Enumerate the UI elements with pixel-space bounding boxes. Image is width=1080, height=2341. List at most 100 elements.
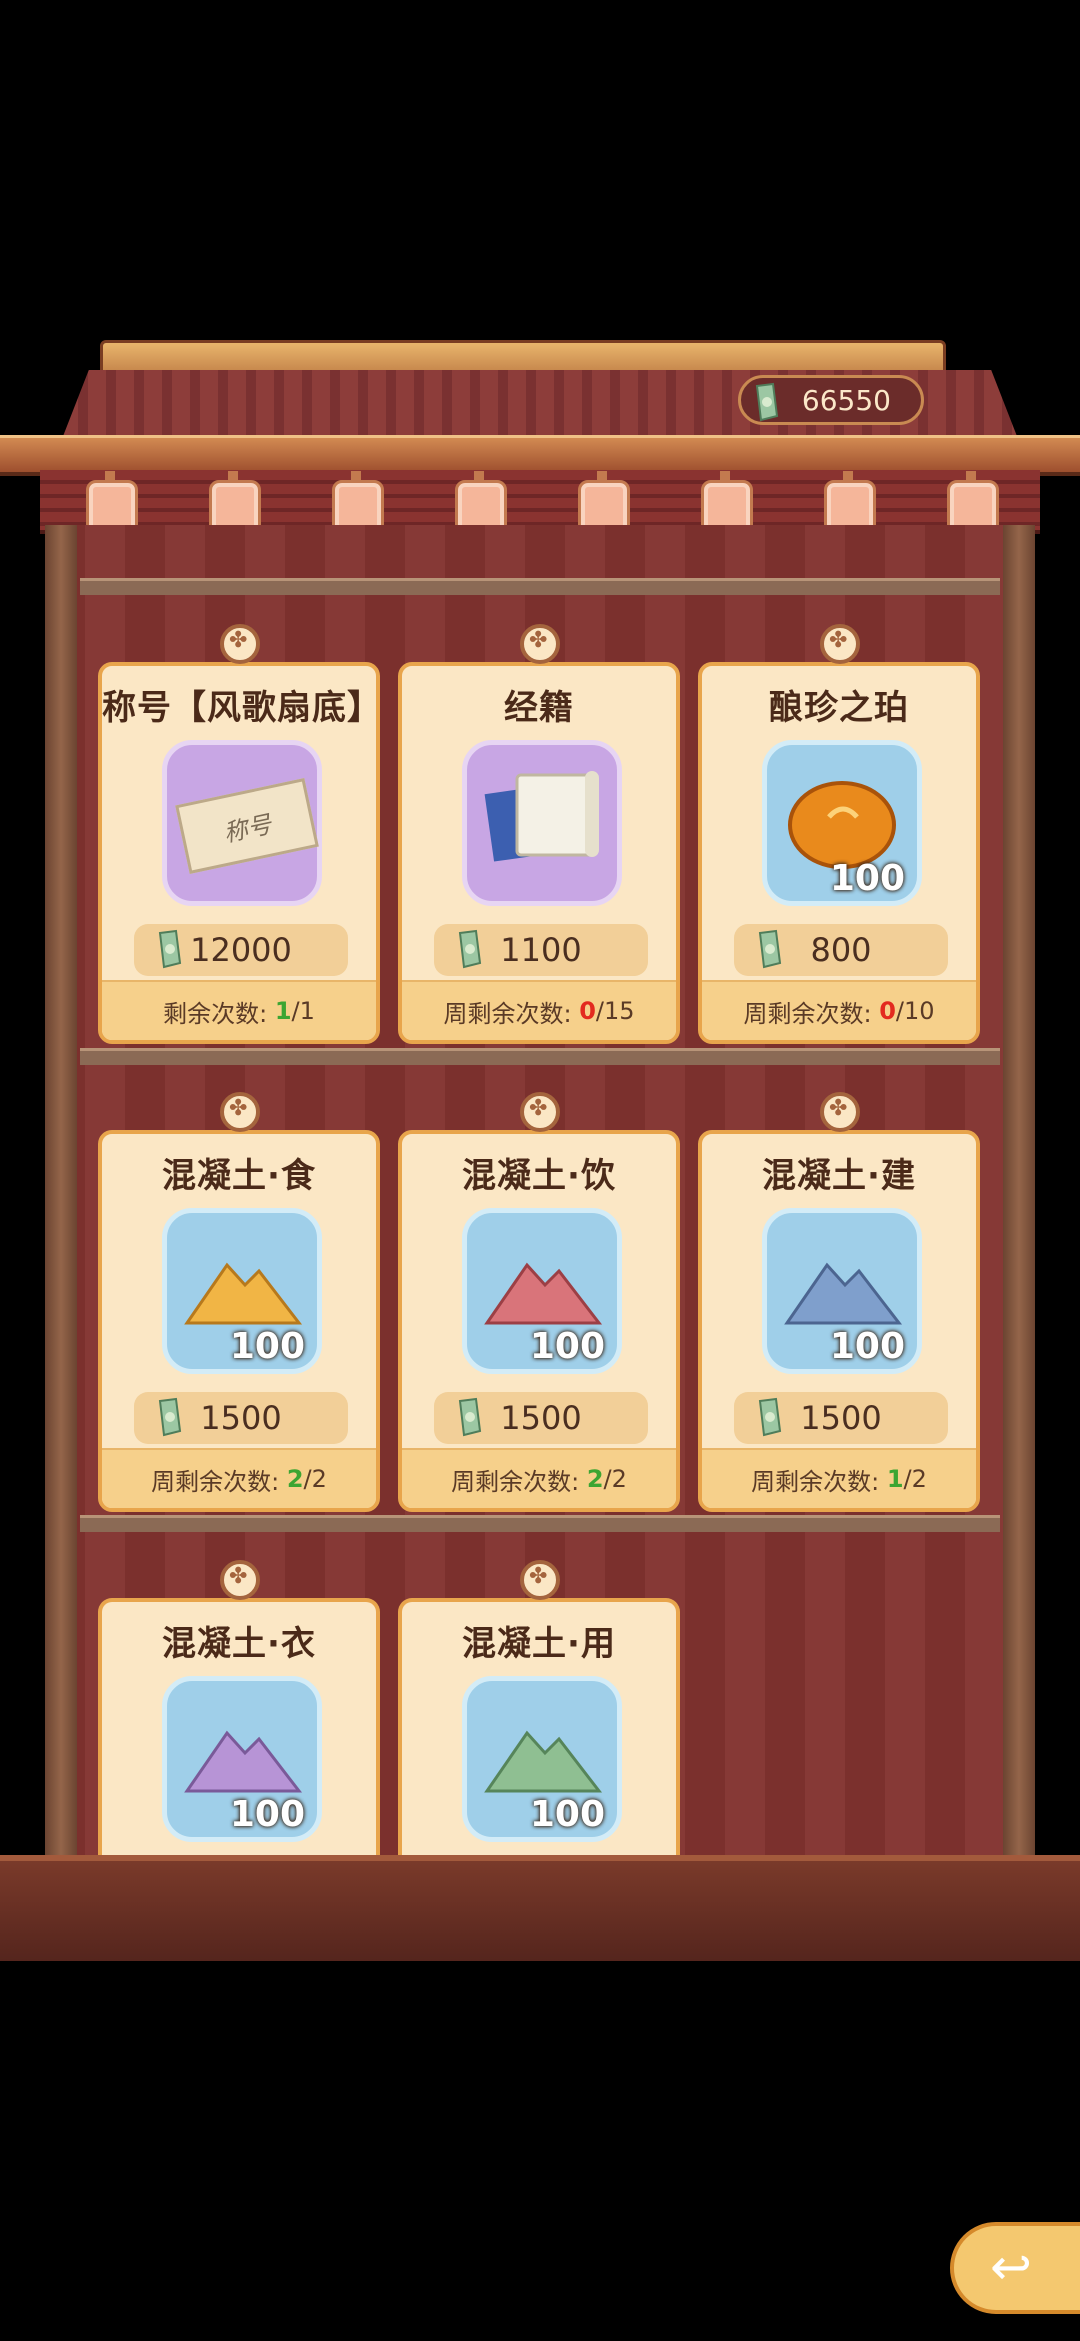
limit-label: 周剩余次数:	[451, 1467, 580, 1496]
purchase-limit: 周剩余次数: 2/2	[102, 1448, 376, 1508]
item-quantity: 100	[529, 1326, 605, 1367]
item-icon-frame: 100	[162, 1208, 322, 1374]
hanger-icon	[520, 624, 560, 664]
shelf-board	[80, 578, 1000, 595]
left-pillar	[45, 525, 77, 1905]
title-ticket-icon: 称号	[175, 778, 319, 874]
limit-current: 2	[286, 1465, 304, 1493]
purchase-limit: 周剩余次数: 2/2	[402, 1448, 676, 1508]
item-quantity: 100	[229, 1326, 305, 1367]
item-icon-frame: 100	[162, 1676, 322, 1842]
item-title: 经籍	[504, 688, 574, 728]
purchase-limit: 周剩余次数: 0/10	[702, 980, 976, 1040]
banknote-icon	[458, 1397, 482, 1437]
item-title: 称号【风歌扇底】	[102, 688, 382, 728]
item-icon-frame: 100	[462, 1208, 622, 1374]
item-icon-frame: 100	[762, 740, 922, 906]
hanger-icon	[820, 624, 860, 664]
price-value: 1500	[200, 1399, 282, 1437]
price-value: 800	[810, 931, 872, 969]
back-arrow-icon: ↩	[990, 2238, 1032, 2296]
price-tag[interactable]: 1500	[134, 1392, 348, 1444]
item-title: 混凝土·衣	[162, 1624, 316, 1664]
hanger-icon	[820, 1092, 860, 1132]
price-tag[interactable]: 12000	[134, 924, 348, 976]
item-icon-frame: 100	[762, 1208, 922, 1374]
limit-max: 1	[299, 997, 315, 1025]
shop-item-card[interactable]: 混凝土·衣 100	[98, 1560, 380, 1898]
limit-max: 10	[903, 997, 935, 1025]
shelf-board	[80, 1048, 1000, 1065]
limit-label: 周剩余次数:	[151, 1467, 280, 1496]
right-pillar	[1003, 525, 1035, 1905]
limit-current: 0	[579, 997, 596, 1025]
shop-item-card[interactable]: 混凝土·饮 100 1500 周剩余次数: 2/2	[398, 1092, 680, 1512]
purchase-limit: 周剩余次数: 0/15	[402, 980, 676, 1040]
shop-item-card[interactable]: 称号【风歌扇底】 称号 12000 剩余次数: 1/1	[98, 624, 382, 1044]
price-tag[interactable]: 1500	[434, 1392, 648, 1444]
item-title: 混凝土·用	[462, 1624, 616, 1664]
price-value: 1100	[500, 931, 582, 969]
currency-display: 66550	[738, 375, 924, 425]
price-value: 1500	[500, 1399, 582, 1437]
item-quantity: 100	[829, 1326, 905, 1367]
price-tag[interactable]: 800	[734, 924, 948, 976]
shop-item-card[interactable]: 混凝土·食 100 1500 周剩余次数: 2/2	[98, 1092, 380, 1512]
item-title: 混凝土·建	[762, 1156, 916, 1196]
banknote-icon	[158, 1397, 182, 1437]
cabinet-base	[0, 1855, 1080, 1961]
hanger-icon	[520, 1092, 560, 1132]
limit-label: 周剩余次数:	[751, 1467, 880, 1496]
banknote-icon	[758, 929, 782, 969]
scroll-book-icon	[484, 771, 599, 862]
limit-max: 2	[911, 1465, 927, 1493]
hanger-icon	[520, 1560, 560, 1600]
banknote-icon	[755, 382, 779, 422]
limit-separator: /	[903, 1465, 912, 1493]
limit-separator: /	[291, 997, 300, 1025]
item-icon-frame	[462, 740, 622, 906]
price-tag[interactable]: 1500	[734, 1392, 948, 1444]
banknote-icon	[158, 929, 182, 969]
shelf-board	[80, 1515, 1000, 1532]
shop-item-card[interactable]: 经籍 1100 周剩余次数: 0/15	[398, 624, 680, 1044]
shop-item-card[interactable]: 混凝土·用 100	[398, 1560, 680, 1898]
limit-current: 1	[274, 997, 292, 1025]
limit-separator: /	[595, 997, 604, 1025]
limit-max: 15	[603, 997, 635, 1025]
banknote-icon	[458, 929, 482, 969]
limit-label: 剩余次数:	[163, 999, 268, 1028]
banknote-icon	[758, 1397, 782, 1437]
shop-panel: 66550 称号【风歌扇底】 称号 12000 剩余次数: 1/1 经籍	[0, 330, 1080, 1961]
limit-label: 周剩余次数:	[743, 999, 872, 1028]
item-title: 酿珍之珀	[769, 688, 909, 728]
limit-separator: /	[303, 1465, 312, 1493]
hanger-icon	[220, 624, 260, 664]
limit-current: 1	[886, 1465, 904, 1493]
item-title: 混凝土·饮	[462, 1156, 616, 1196]
shop-item-card[interactable]: 酿珍之珀 100 800 周剩余次数: 0/10	[698, 624, 980, 1044]
limit-separator: /	[603, 1465, 612, 1493]
price-value: 1500	[800, 1399, 882, 1437]
item-quantity: 100	[529, 1794, 605, 1835]
price-value: 12000	[190, 931, 292, 969]
back-button[interactable]: ↩	[950, 2222, 1080, 2314]
item-quantity: 100	[829, 858, 905, 899]
limit-max: 2	[311, 1465, 327, 1493]
item-icon-frame: 称号	[162, 740, 322, 906]
currency-amount: 66550	[801, 383, 891, 417]
purchase-limit: 周剩余次数: 1/2	[702, 1448, 976, 1508]
limit-separator: /	[895, 997, 904, 1025]
hanger-icon	[220, 1560, 260, 1600]
hanger-icon	[220, 1092, 260, 1132]
limit-current: 2	[586, 1465, 604, 1493]
limit-label: 周剩余次数:	[443, 999, 572, 1028]
purchase-limit: 剩余次数: 1/1	[102, 980, 376, 1040]
limit-max: 2	[611, 1465, 627, 1493]
item-title: 混凝土·食	[162, 1156, 316, 1196]
item-quantity: 100	[229, 1794, 305, 1835]
limit-current: 0	[879, 997, 896, 1025]
item-icon-frame: 100	[462, 1676, 622, 1842]
shop-item-card[interactable]: 混凝土·建 100 1500 周剩余次数: 1/2	[698, 1092, 980, 1512]
price-tag[interactable]: 1100	[434, 924, 648, 976]
